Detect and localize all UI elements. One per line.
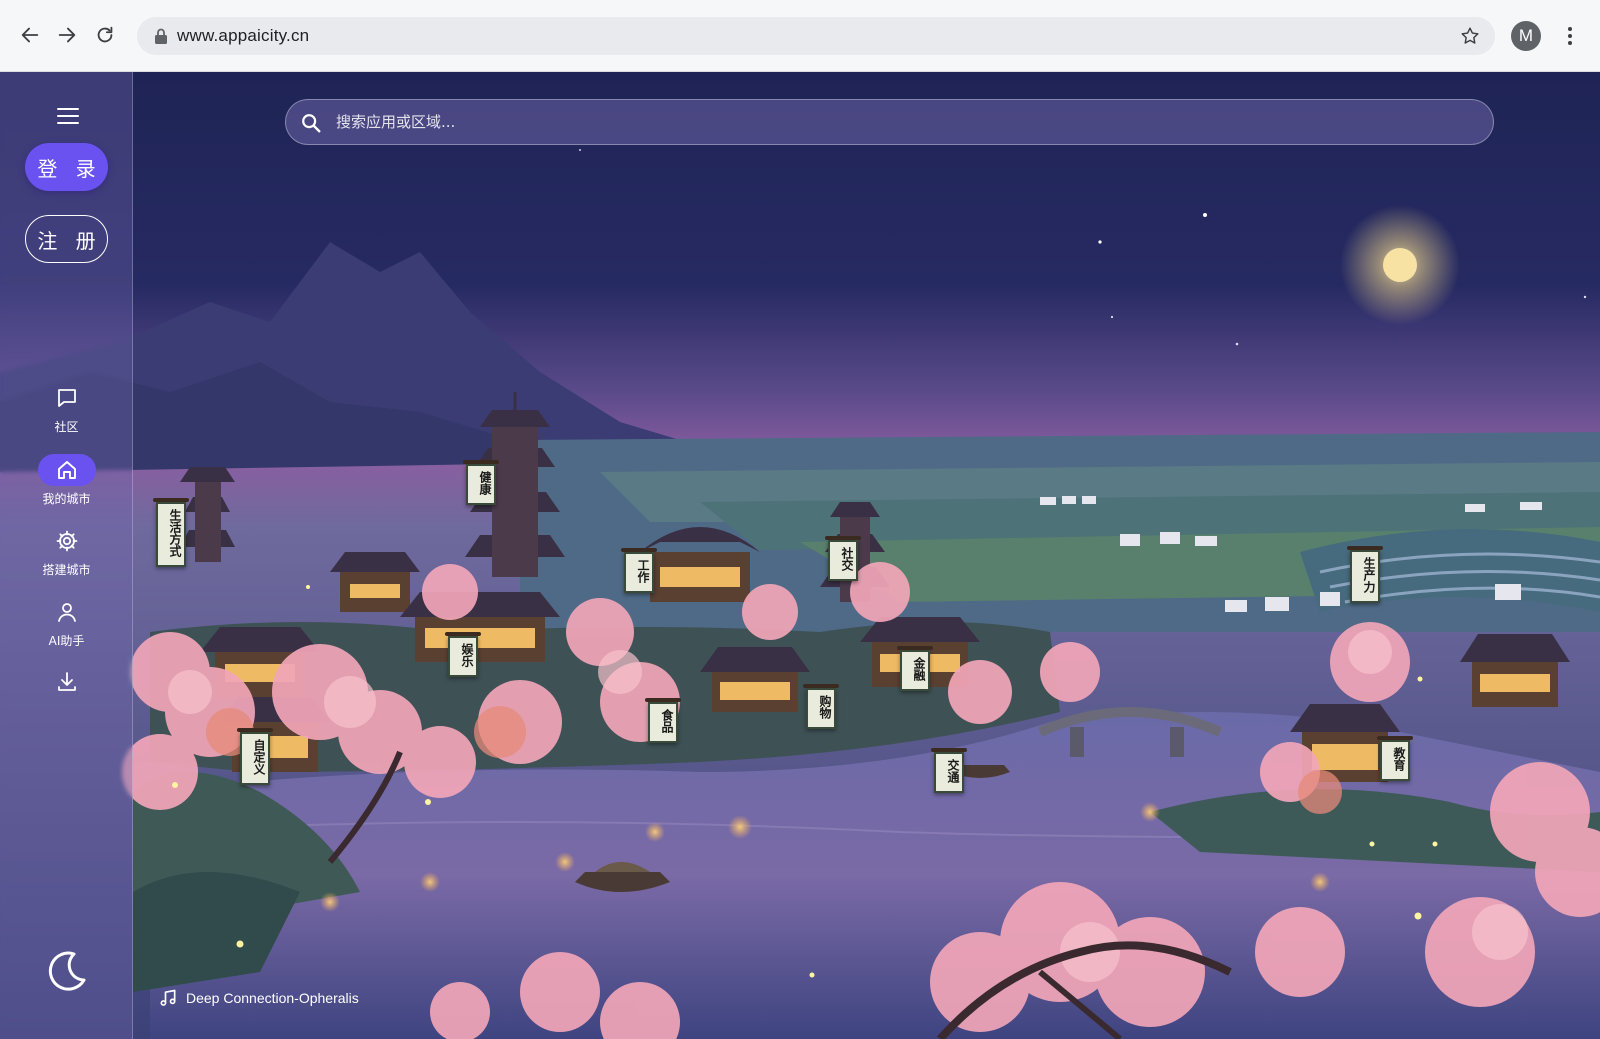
- search-icon: [302, 114, 321, 133]
- sidebar-item-my-city[interactable]: 我的城市: [0, 454, 133, 507]
- district-banner-custom[interactable]: 自定义: [237, 728, 273, 785]
- home-icon: [57, 461, 76, 479]
- district-banner-social[interactable]: 社交: [825, 536, 861, 581]
- arrow-left-icon: [21, 27, 39, 43]
- register-button[interactable]: 注 册: [25, 215, 108, 263]
- district-banner-work[interactable]: 工作: [621, 548, 657, 593]
- sidebar-item-label: 搭建城市: [42, 563, 91, 577]
- address-bar[interactable]: www.appaicity.cn: [137, 17, 1495, 55]
- browser-toolbar: www.appaicity.cn M: [0, 0, 1600, 72]
- dark-mode-moon-icon[interactable]: [44, 948, 90, 994]
- sidebar-item-build-city[interactable]: 搭建城市: [0, 525, 133, 578]
- lock-icon: [155, 28, 167, 44]
- music-player[interactable]: Deep Connection-Opheralis: [158, 988, 359, 1008]
- district-banner-shopping[interactable]: 购物: [803, 684, 839, 729]
- hamburger-menu-button[interactable]: [54, 104, 82, 128]
- sidebar-item-label: 社区: [54, 420, 79, 434]
- url-text: www.appaicity.cn: [177, 26, 310, 45]
- forward-button[interactable]: [52, 20, 82, 50]
- sidebar-item-label: 我的城市: [42, 492, 91, 506]
- arrow-right-icon: [58, 27, 76, 43]
- music-note-icon: [160, 989, 176, 1006]
- menu-icon: [57, 108, 79, 110]
- user-icon: [57, 603, 76, 622]
- district-banner-entertainment[interactable]: 娱乐: [445, 632, 481, 677]
- sidebar-item-community[interactable]: 社区: [0, 382, 133, 435]
- search-input[interactable]: [336, 100, 1476, 144]
- download-icon: [57, 672, 76, 691]
- district-banner-lifestyle[interactable]: 生活方式: [153, 498, 189, 567]
- music-track-title: Deep Connection-Opheralis: [186, 990, 359, 1006]
- profile-avatar[interactable]: M: [1511, 21, 1541, 51]
- search-bar[interactable]: [285, 99, 1494, 145]
- sidebar: 登 录 注 册 社区 我的城市 搭建城市 AI助手: [0, 72, 133, 1039]
- city-scene: 生活方式 健康 工作 社交 生产力 娱乐 金融 食品 购物 自定义 交通 教育: [0, 72, 1600, 1039]
- chat-icon: [57, 389, 76, 407]
- login-button[interactable]: 登 录: [25, 143, 108, 191]
- reload-icon: [97, 26, 113, 43]
- district-banner-education[interactable]: 教育: [1377, 736, 1413, 781]
- browser-menu-button[interactable]: [1560, 22, 1580, 50]
- district-banner-finance[interactable]: 金融: [897, 646, 933, 691]
- sidebar-item-label: AI助手: [48, 634, 85, 648]
- reload-button[interactable]: [90, 20, 120, 50]
- sidebar-item-ai-assistant[interactable]: AI助手: [0, 596, 133, 649]
- district-banner-food[interactable]: 食品: [645, 698, 681, 743]
- sidebar-item-download[interactable]: [0, 666, 133, 698]
- district-banner-health[interactable]: 健康: [463, 460, 499, 505]
- back-button[interactable]: [15, 20, 45, 50]
- district-banner-transport[interactable]: 交通: [931, 748, 967, 793]
- gear-icon: [56, 530, 77, 552]
- bookmark-star-icon[interactable]: [1459, 25, 1481, 47]
- district-banner-productivity[interactable]: 生产力: [1347, 546, 1383, 603]
